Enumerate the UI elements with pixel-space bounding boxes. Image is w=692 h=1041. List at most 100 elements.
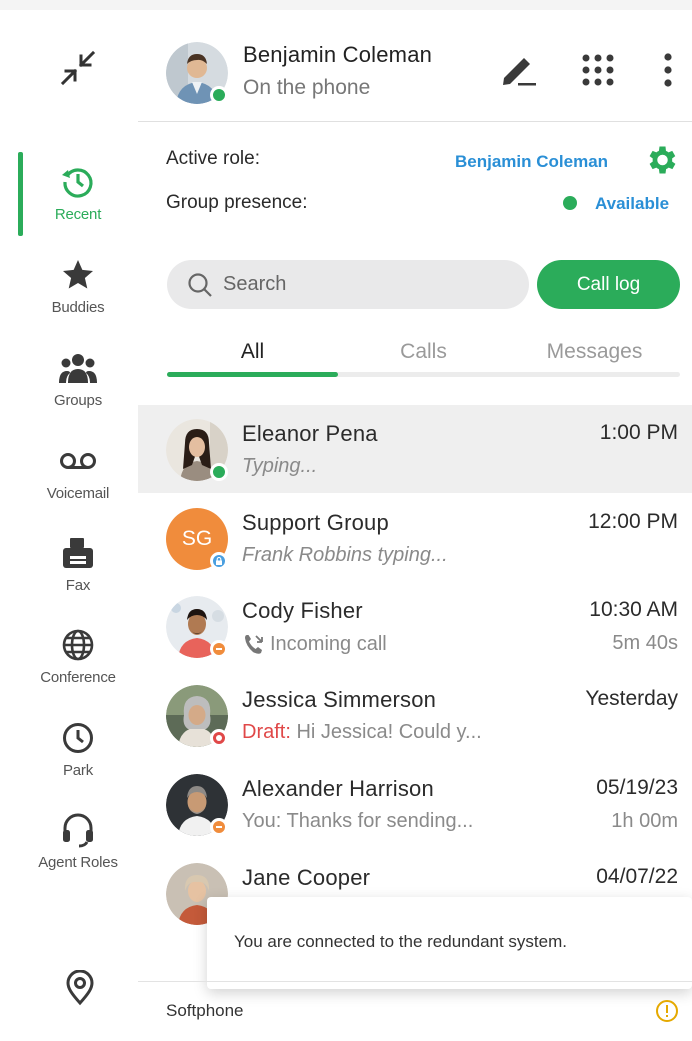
gear-icon — [649, 146, 676, 174]
conversation-time: 05/19/23 — [596, 776, 678, 799]
rail-item-fax[interactable]: Fax — [18, 533, 138, 613]
presence-busy-dot — [210, 729, 228, 747]
dialpad-icon — [582, 54, 614, 86]
top-strip — [0, 0, 692, 10]
lock-icon — [216, 557, 222, 565]
conversation-time: 1:00 PM — [599, 421, 678, 444]
group-presence-dot — [563, 196, 577, 210]
conversation-time: 12:00 PM — [588, 510, 678, 533]
more-vertical-icon — [664, 53, 672, 87]
compose-button[interactable] — [496, 48, 540, 92]
contact-avatar-wrap — [166, 596, 228, 663]
search-icon — [188, 273, 212, 297]
call-duration: 1h 00m — [611, 810, 678, 832]
active-role-value[interactable]: Benjamin Coleman — [455, 152, 608, 172]
conversation-time: 10:30 AM — [589, 598, 678, 621]
my-status: On the phone — [243, 76, 371, 99]
rail-label: Voicemail — [46, 485, 110, 502]
fax-icon — [58, 533, 98, 573]
recent-history-icon — [58, 162, 98, 202]
warning-icon — [656, 1000, 678, 1022]
tab-messages[interactable]: Messages — [509, 340, 680, 364]
call-duration: 5m 40s — [612, 632, 678, 654]
tab-active-indicator — [167, 372, 338, 377]
contact-name: Eleanor Pena — [242, 421, 378, 446]
footer-divider — [138, 981, 692, 982]
dialpad-button[interactable] — [576, 48, 620, 92]
call-log-button[interactable]: Call log — [537, 260, 680, 309]
contact-name: Cody Fisher — [242, 598, 363, 623]
my-presence-dot — [210, 86, 228, 104]
headset-icon — [58, 810, 98, 850]
role-settings-button[interactable] — [643, 142, 679, 183]
incoming-call-icon — [245, 635, 263, 654]
rail-item-groups[interactable]: Groups — [18, 348, 138, 428]
groups-icon — [58, 348, 98, 388]
conversation-preview: Incoming call — [270, 632, 387, 655]
voicemail-icon — [58, 441, 98, 481]
presence-away-dot — [210, 640, 228, 658]
rail-label: Conference — [40, 669, 116, 686]
collapse-window-button[interactable] — [58, 48, 98, 88]
conversation-preview-wrap: Draft: Hi Jessica! Could y... — [242, 721, 482, 744]
draft-label: Draft: — [242, 721, 291, 743]
left-rail: Recent Buddies Groups Voicemail Fax Conf… — [18, 10, 138, 1041]
contact-avatar-wrap — [166, 685, 228, 752]
active-role-label: Active role: — [166, 148, 260, 169]
search-box — [167, 260, 529, 309]
location-button[interactable] — [60, 968, 100, 1008]
group-badge — [210, 552, 228, 570]
footer-warning-button[interactable] — [655, 999, 679, 1028]
presence-available-dot — [210, 463, 228, 481]
toast-message: You are connected to the redundant syste… — [234, 932, 567, 951]
softphone-label: Softphone — [166, 1001, 244, 1020]
rail-label: Buddies — [51, 299, 105, 316]
clock-icon — [58, 718, 98, 758]
rail-label: Fax — [65, 577, 91, 594]
conversation-preview: Hi Jessica! Could y... — [296, 721, 482, 743]
rail-item-recent[interactable]: Recent — [18, 162, 138, 242]
tab-calls[interactable]: Calls — [338, 340, 509, 364]
compose-icon — [503, 58, 536, 86]
rail-item-buddies[interactable]: Buddies — [18, 255, 138, 335]
my-name: Benjamin Coleman — [243, 42, 433, 67]
presence-away-dot — [210, 818, 228, 836]
conversation-row[interactable]: Eleanor Pena Typing... 1:00 PM — [138, 405, 692, 493]
rail-item-voicemail[interactable]: Voicemail — [18, 441, 138, 521]
contact-avatar-wrap: SG — [166, 508, 228, 570]
star-icon — [58, 255, 98, 295]
contact-avatar-wrap — [166, 774, 228, 841]
rail-label: Recent — [54, 206, 102, 223]
rail-label: Park — [62, 762, 94, 779]
conversation-preview: You: Thanks for sending... — [242, 810, 474, 832]
group-presence-value[interactable]: Available — [595, 194, 669, 214]
location-pin-icon — [66, 970, 94, 1006]
search-input[interactable] — [223, 260, 513, 309]
conversation-preview: Frank Robbins typing... — [242, 544, 448, 566]
rail-item-conference[interactable]: Conference — [18, 625, 138, 705]
contact-avatar-wrap — [166, 419, 228, 486]
conversation-time: 04/07/22 — [596, 865, 678, 888]
conversation-row[interactable]: Cody Fisher Incoming call 10:30 AM 5m 40… — [138, 582, 692, 670]
my-avatar-wrap[interactable] — [166, 42, 228, 109]
conversation-preview: Typing... — [242, 455, 318, 477]
rail-item-agent-roles[interactable]: Agent Roles — [18, 810, 138, 890]
contact-name: Jane Cooper — [242, 865, 371, 890]
group-presence-label: Group presence: — [166, 192, 308, 213]
globe-icon — [58, 625, 98, 665]
contact-name: Alexander Harrison — [242, 776, 434, 801]
collapse-arrows-icon — [60, 50, 96, 86]
rail-label: Agent Roles — [38, 854, 118, 871]
rail-label: Groups — [54, 392, 102, 409]
conversation-row[interactable]: SG Support Group Frank Robbins typing...… — [138, 494, 692, 582]
rail-item-park[interactable]: Park — [18, 718, 138, 798]
conversation-preview-wrap: Incoming call — [242, 632, 387, 656]
more-options-button[interactable] — [646, 48, 690, 92]
header: Benjamin Coleman On the phone — [138, 10, 692, 122]
conversation-row[interactable]: Jessica Simmerson Draft: Hi Jessica! Cou… — [138, 671, 692, 759]
contact-name: Jessica Simmerson — [242, 687, 437, 712]
contact-name: Support Group — [242, 510, 389, 535]
notification-toast[interactable]: You are connected to the redundant syste… — [207, 897, 692, 989]
conversation-row[interactable]: Alexander Harrison You: Thanks for sendi… — [138, 760, 692, 848]
tab-all[interactable]: All — [167, 340, 338, 364]
